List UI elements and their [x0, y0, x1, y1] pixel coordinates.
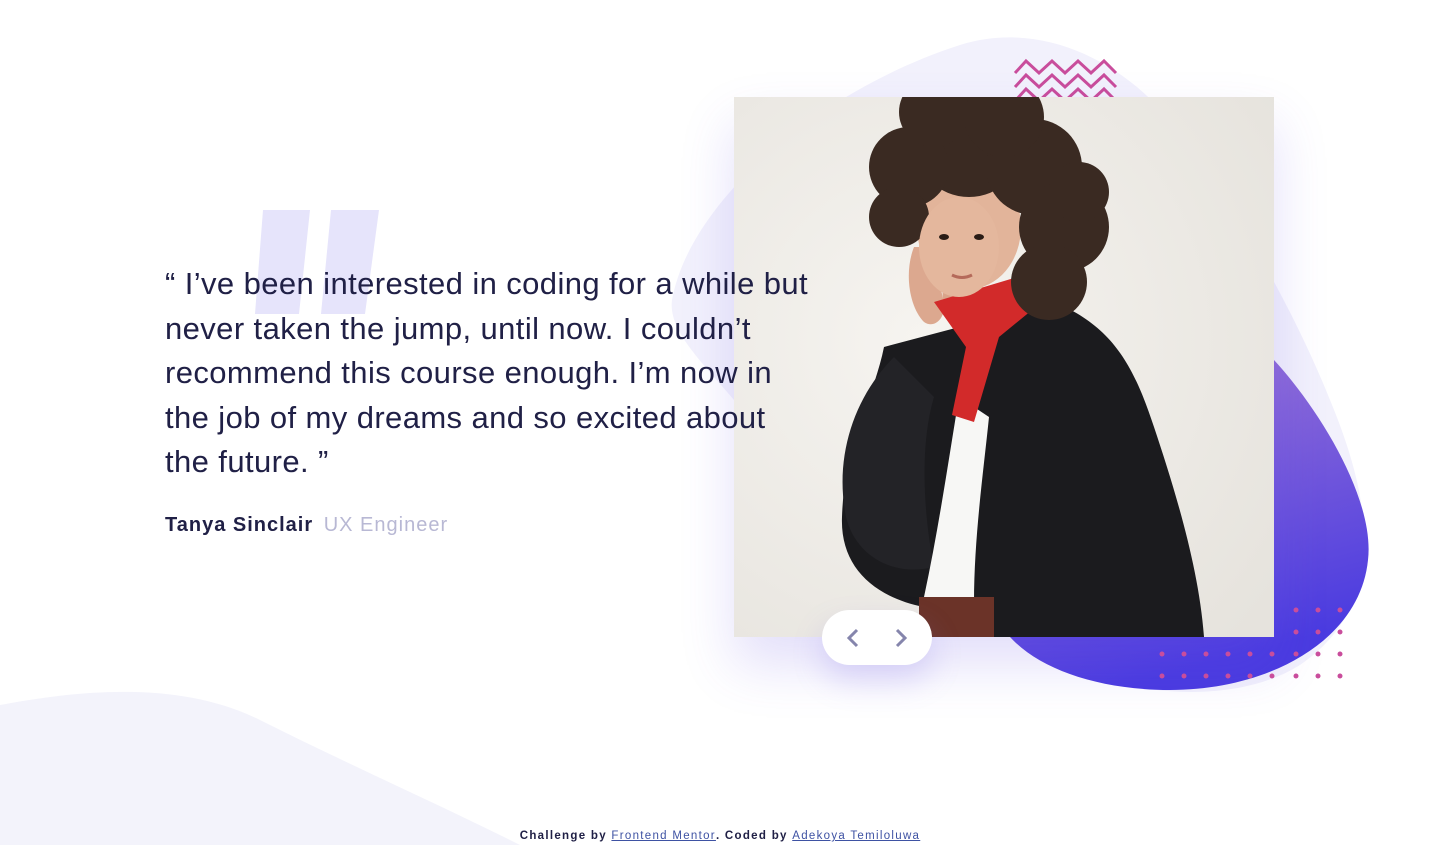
- testimonial-quote: “ I’ve been interested in coding for a w…: [165, 266, 809, 480]
- author-link[interactable]: Adekoya Temiloluwa: [792, 830, 920, 842]
- author-info: Tanya Sinclair UX Engineer: [165, 514, 448, 537]
- portrait-photo: [734, 97, 1274, 637]
- dot-pattern-icon: [1159, 607, 1343, 679]
- slider-navigation: [822, 610, 932, 665]
- zigzag-pattern-icon: [1013, 58, 1118, 101]
- testimonial-page: “ I’ve been interested in coding for a w…: [0, 0, 1440, 845]
- attribution-footer: Challenge by Frontend Mentor. Coded by A…: [0, 830, 1440, 842]
- previous-button[interactable]: [842, 627, 864, 649]
- next-button[interactable]: [890, 627, 912, 649]
- frontend-mentor-link[interactable]: Frontend Mentor: [611, 830, 716, 842]
- author-name: Tanya Sinclair: [165, 514, 314, 536]
- chevron-left-icon: [846, 628, 859, 647]
- attribution-prefix: Challenge by: [519, 830, 607, 842]
- author-role: UX Engineer: [323, 514, 449, 536]
- attribution-middle: . Coded by: [715, 830, 788, 842]
- chevron-right-icon: [895, 628, 908, 647]
